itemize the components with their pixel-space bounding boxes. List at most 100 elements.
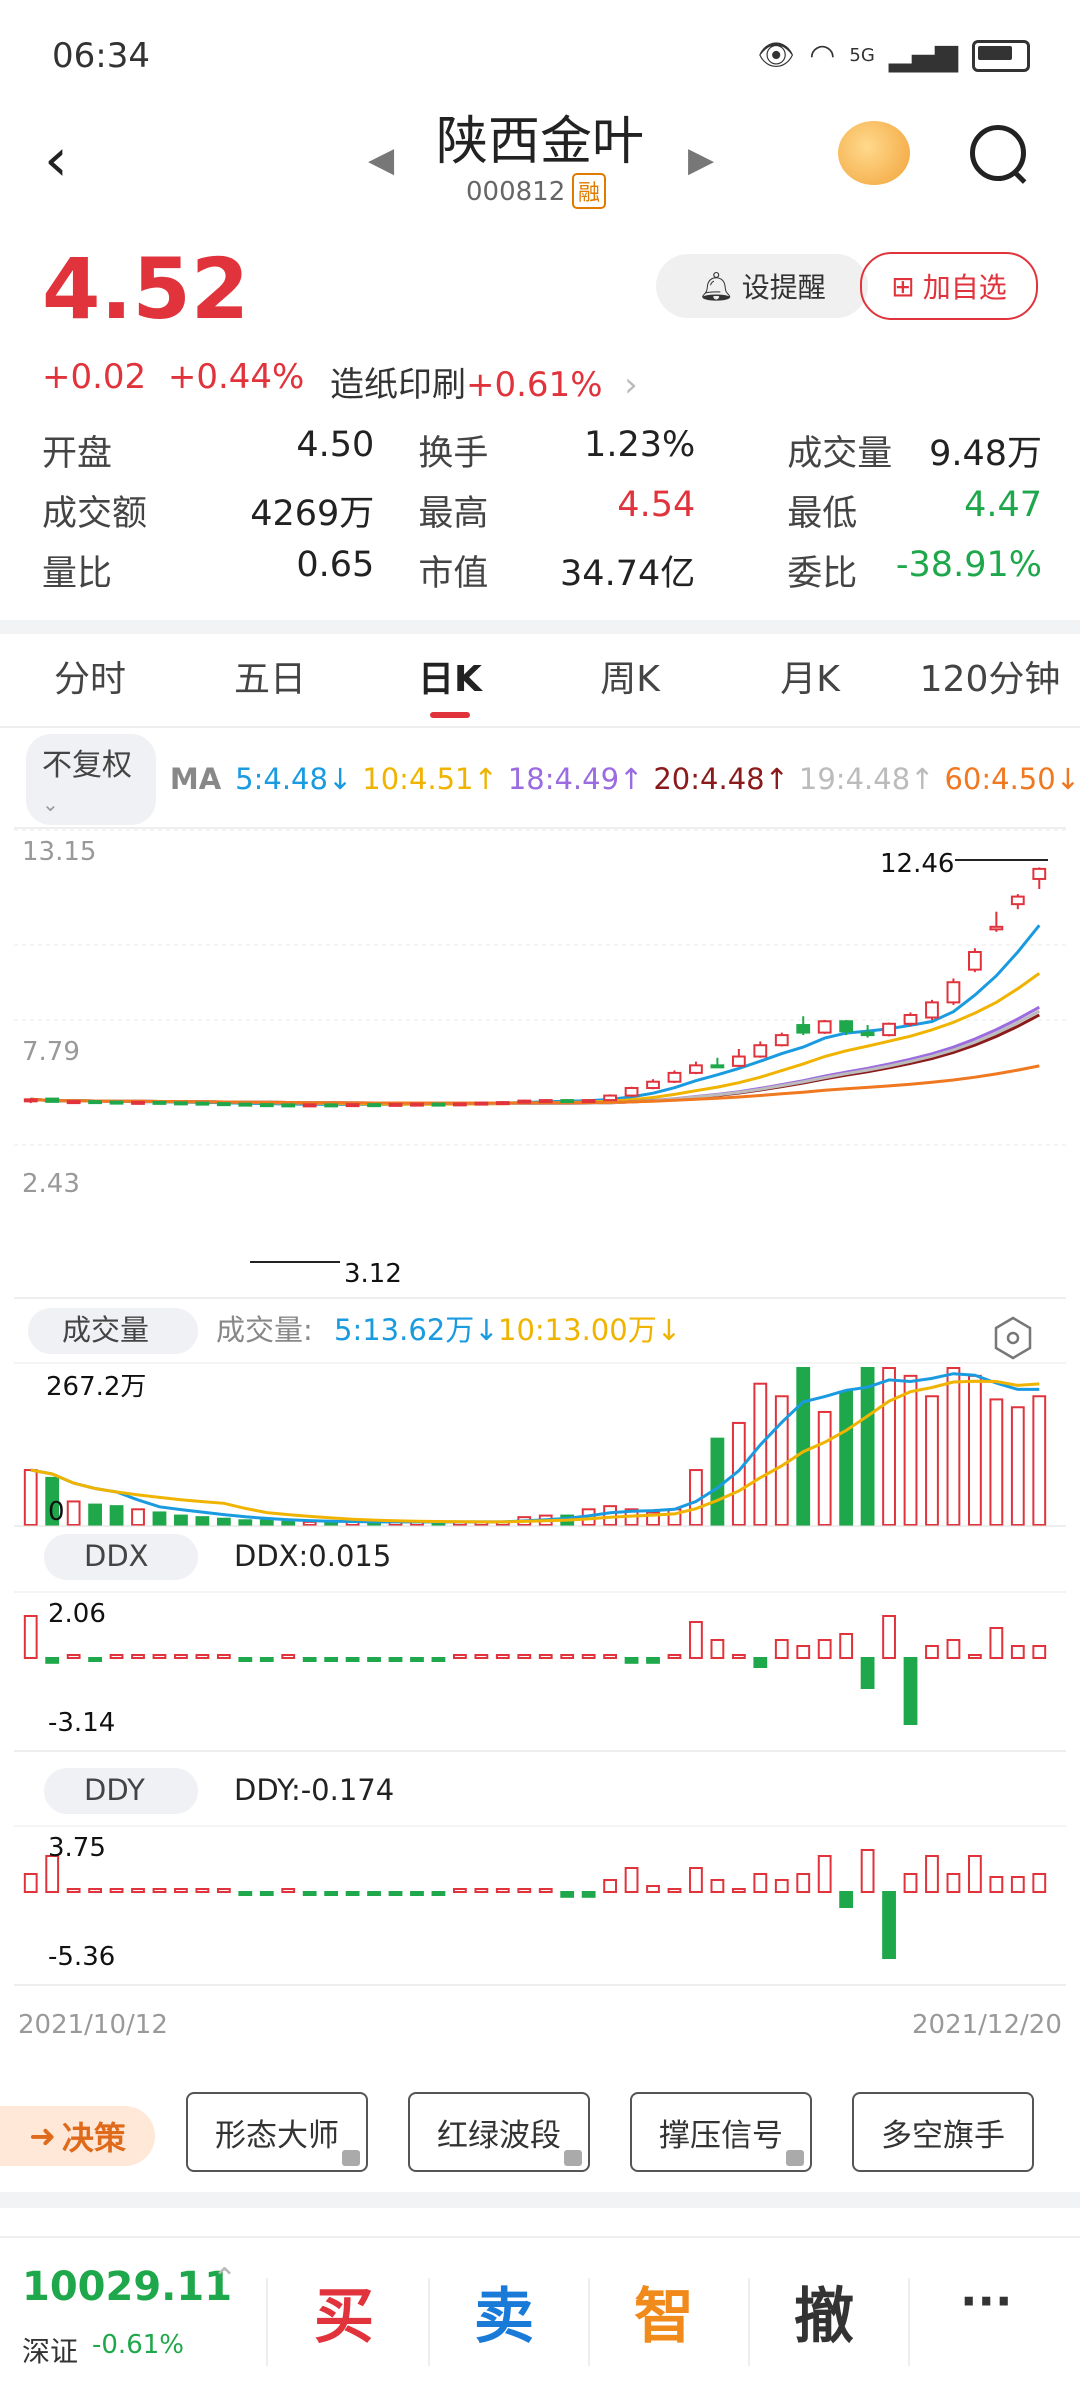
stat-value: 0.65 [296, 544, 375, 585]
ddx-bar [431, 1657, 446, 1662]
candle-body [560, 1099, 575, 1104]
tab-intraday[interactable]: 分时 [0, 634, 180, 726]
volume-bar [131, 1508, 145, 1526]
ddy-bar [1010, 1876, 1025, 1893]
ddx-bar [774, 1639, 789, 1659]
candle-body [281, 1103, 296, 1108]
candle-body [109, 1100, 124, 1105]
sector-name: 造纸印刷 [330, 365, 466, 405]
stock-name: 陕西金叶 [435, 112, 644, 172]
stat-label: 成交额 [42, 493, 148, 534]
index-value[interactable]: 10029.11 [22, 2264, 232, 2310]
candle-body [731, 1055, 746, 1067]
decision-button[interactable]: ➜ 决策 [0, 2106, 155, 2166]
tab-five-day[interactable]: 五日 [180, 634, 360, 726]
ddx-bar [152, 1654, 167, 1659]
chevron-up-icon: ⌃ [212, 2262, 238, 2297]
ddy-top-value: 3.75 [48, 1833, 106, 1863]
ddx-bar [560, 1654, 575, 1659]
ddy-bar [174, 1888, 188, 1893]
ddx-bar [1032, 1645, 1047, 1659]
volume-bar [1032, 1395, 1047, 1527]
ddx-bar [259, 1657, 274, 1662]
ddy-bar [302, 1891, 317, 1896]
candle-body [817, 1020, 832, 1034]
tab-weekly-k[interactable]: 周K [540, 634, 720, 726]
cancel-order-button[interactable]: 撤 [794, 2268, 854, 2355]
chevron-down-icon: ⌄ [42, 791, 59, 816]
stat-open: 开盘 4.50 [42, 425, 374, 476]
ma-value-1: 10:4.51↑ [362, 762, 498, 796]
decision-label: 决策 [61, 2119, 126, 2157]
red-green-band-button[interactable]: 红绿波段 [408, 2092, 590, 2172]
volume-bar [946, 1367, 961, 1526]
ddy-bar [967, 1855, 982, 1893]
ma-value-3: 20:4.48↑ [653, 762, 789, 796]
next-stock-icon[interactable]: ▶ [688, 140, 714, 180]
volume-bar [860, 1367, 875, 1526]
candle-body [689, 1064, 703, 1074]
search-icon[interactable] [970, 125, 1026, 181]
bull-bear-flag-button[interactable]: 多空旗手 [852, 2092, 1034, 2172]
tool-label: 撑压信号 [659, 2117, 783, 2154]
smart-button[interactable]: 智 [634, 2268, 694, 2355]
stat-value: 9.48万 [929, 433, 1042, 474]
stat-volume: 成交量 9.48万 [787, 425, 1042, 476]
add-watchlist-button[interactable]: ⊞ 加自选 [860, 252, 1038, 320]
stat-label: 委比 [787, 553, 858, 594]
stat-market-cap: 市值 34.74亿 [418, 545, 695, 596]
candle-body [66, 1100, 81, 1105]
lock-icon [564, 2150, 582, 2166]
tab-daily-k[interactable]: 日K [360, 634, 540, 726]
set-alert-button[interactable]: 🔔︎ 设提醒 [656, 254, 868, 318]
volume-bar [216, 1517, 231, 1526]
price-change: +0.02 +0.44% [42, 357, 304, 397]
more-menu-button[interactable]: ··· [960, 2274, 1012, 2328]
volume-bar [302, 1520, 317, 1526]
volume-bar [839, 1390, 854, 1526]
adjust-selector[interactable]: 不复权 ⌄ [26, 733, 156, 825]
sector-link[interactable]: 造纸印刷+0.61% › [330, 357, 638, 406]
stat-label: 最低 [787, 493, 858, 534]
ddx-bar [517, 1654, 532, 1659]
volume-bar [903, 1374, 918, 1526]
candle-body [624, 1087, 639, 1097]
strategy-tools: ➜ 决策 形态大师 红绿波段 撑压信号 多空旗手 [0, 2090, 1080, 2180]
volume-max-label: 267.2万 [46, 1372, 146, 1402]
lock-icon [786, 2150, 804, 2166]
chevron-right-icon: › [613, 365, 638, 405]
ddx-bar [624, 1657, 639, 1664]
volume-ma5: 5:13.62万↓ [334, 1313, 499, 1347]
ddx-bar [1010, 1645, 1025, 1659]
support-resistance-button[interactable]: 撑压信号 [630, 2092, 812, 2172]
stat-amount: 成交额 4269万 [42, 485, 374, 536]
buy-button[interactable]: 买 [314, 2268, 374, 2355]
stock-chart[interactable]: 13.15 7.79 2.43 12.46 3.12 成交量 成交量: 5:13.62万↓ 10… [0, 820, 1080, 2050]
candle-body [753, 1044, 768, 1058]
divider [588, 2278, 590, 2366]
candle-body [152, 1100, 167, 1105]
ddy-bar [324, 1891, 339, 1896]
ddy-bar [839, 1891, 854, 1908]
pattern-master-button[interactable]: 形态大师 [186, 2092, 368, 2172]
ddy-bar [367, 1891, 381, 1896]
bell-icon: 🔔︎ [698, 269, 734, 303]
stat-volume-ratio: 量比 0.65 [42, 545, 374, 596]
stat-label: 最高 [418, 493, 489, 534]
mascot-icon[interactable] [838, 121, 910, 185]
tool-label: 红绿波段 [437, 2117, 561, 2154]
status-icons: 👁 ◠ 5G ▂▄▆ [757, 38, 1030, 73]
sell-button[interactable]: 卖 [474, 2268, 534, 2355]
volume-bar [796, 1367, 811, 1526]
ddx-bar [667, 1654, 682, 1659]
ddy-bar [753, 1873, 768, 1893]
status-time: 06:34 [52, 36, 150, 76]
volume-bar [23, 1469, 38, 1526]
y-axis-bottom-label: 2.43 [22, 1169, 80, 1199]
tab-120min[interactable]: 120分钟 [900, 634, 1080, 726]
stat-label: 开盘 [42, 433, 113, 474]
ddx-bar [753, 1657, 768, 1668]
ma-line-5 [30, 924, 1041, 1106]
current-price: 4.52 [42, 240, 250, 338]
tab-monthly-k[interactable]: 月K [720, 634, 900, 726]
